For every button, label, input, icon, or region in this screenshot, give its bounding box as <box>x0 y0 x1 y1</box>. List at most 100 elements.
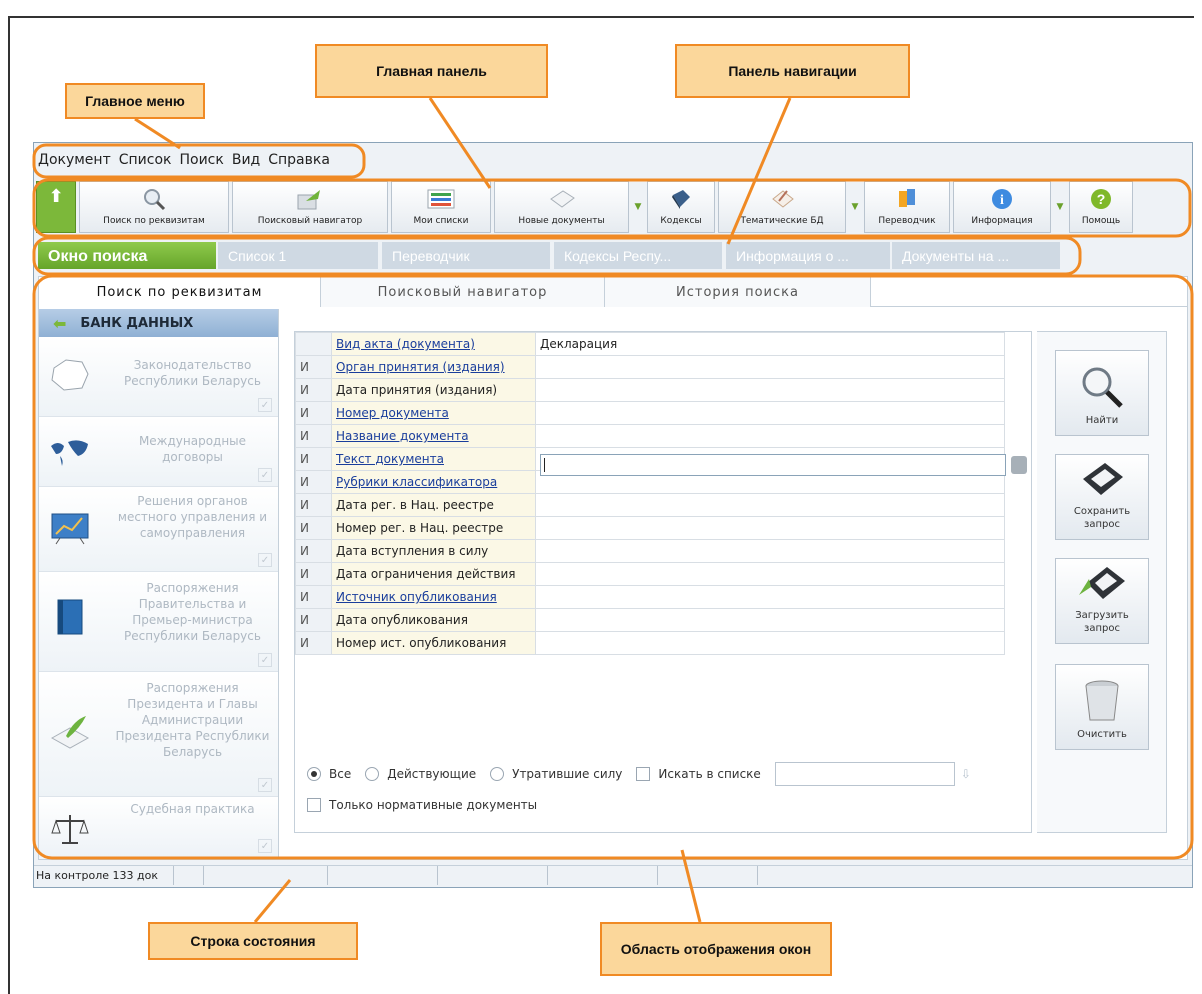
logic-operator[interactable]: И <box>295 539 332 563</box>
requisite-link[interactable]: Орган принятия (издания) <box>336 360 505 374</box>
up-arrow-button[interactable]: ⬆ <box>36 181 76 233</box>
tab-search-requisites[interactable]: Поиск по реквизитам <box>39 277 321 307</box>
requisite-value-cell[interactable] <box>535 493 1005 517</box>
bank-item-international[interactable]: Международные договоры ✓ <box>39 417 278 487</box>
save-query-button[interactable]: Сохранить запрос <box>1055 454 1149 540</box>
new-documents-dropdown[interactable]: ▼ <box>632 181 644 233</box>
table-row[interactable]: И Номер документа <box>295 401 1005 425</box>
requisite-name-cell[interactable]: Текст документа <box>331 447 536 471</box>
radio-all[interactable] <box>307 767 321 781</box>
clear-button[interactable]: Очистить <box>1055 664 1149 750</box>
requisite-value-cell[interactable] <box>535 516 1005 540</box>
bank-item-checkbox[interactable]: ✓ <box>258 468 272 482</box>
bank-item-checkbox[interactable]: ✓ <box>258 553 272 567</box>
bank-item-checkbox[interactable]: ✓ <box>258 398 272 412</box>
search-list-select[interactable] <box>774 762 955 786</box>
tab-codexes[interactable]: Кодексы Респу... <box>554 242 722 269</box>
tab-list-1[interactable]: Список 1 <box>218 242 378 269</box>
table-row[interactable]: Вид акта (документа) Декларация <box>295 332 1005 356</box>
toolbar-button-thematic-db[interactable]: Тематические БД <box>718 181 846 233</box>
menu-item-document[interactable]: Документ <box>38 152 111 168</box>
menu-item-help[interactable]: Справка <box>268 152 330 168</box>
bank-item-legislation[interactable]: Законодательство Республики Беларусь ✓ <box>39 337 278 417</box>
database-icon[interactable] <box>1011 456 1027 474</box>
checkbox-search-in-list[interactable] <box>636 767 651 781</box>
tab-search-history[interactable]: История поиска <box>605 277 871 307</box>
data-bank-header[interactable]: ⬅ БАНК ДАННЫХ <box>39 309 278 337</box>
requisite-name-cell[interactable]: Орган принятия (издания) <box>331 355 536 379</box>
list-select-arrow-icon[interactable]: ⇩ <box>961 767 971 781</box>
bank-item-president-orders[interactable]: Распоряжения Президента и Главы Админист… <box>39 672 278 797</box>
menu-item-list[interactable]: Список <box>119 152 172 168</box>
requisite-value-cell[interactable] <box>535 539 1005 563</box>
radio-active[interactable] <box>365 767 380 781</box>
requisite-value-cell[interactable]: Декларация <box>535 332 1005 356</box>
checkbox-normative-only[interactable] <box>307 798 321 812</box>
logic-operator[interactable]: И <box>295 516 332 540</box>
logic-operator[interactable]: И <box>295 608 332 632</box>
requisite-link[interactable]: Текст документа <box>336 452 444 466</box>
bank-item-checkbox[interactable]: ✓ <box>258 839 272 853</box>
bank-item-local-government[interactable]: Решения органов местного управления и са… <box>39 487 278 572</box>
table-row[interactable]: И Дата рег. в Нац. реестре <box>295 493 1005 517</box>
find-button[interactable]: Найти <box>1055 350 1149 436</box>
requisite-link[interactable]: Рубрики классификатора <box>336 475 497 489</box>
logic-operator[interactable]: И <box>295 562 332 586</box>
bank-item-checkbox[interactable]: ✓ <box>258 653 272 667</box>
requisite-name-cell[interactable]: Рубрики классификатора <box>331 470 536 494</box>
requisite-value-cell[interactable] <box>535 585 1005 609</box>
requisite-value-cell[interactable] <box>535 355 1005 379</box>
logic-operator[interactable]: И <box>295 631 332 655</box>
toolbar-button-information[interactable]: i Информация <box>953 181 1051 233</box>
bank-item-checkbox[interactable]: ✓ <box>258 778 272 792</box>
tab-documents[interactable]: Документы на ... <box>892 242 1060 269</box>
table-row[interactable]: И Источник опубликования <box>295 585 1005 609</box>
requisite-link[interactable]: Название документа <box>336 429 469 443</box>
requisite-link[interactable]: Источник опубликования <box>336 590 497 604</box>
tab-information[interactable]: Информация о ... <box>726 242 890 269</box>
requisite-name-cell[interactable]: Номер документа <box>331 401 536 425</box>
logic-operator[interactable]: И <box>295 470 332 494</box>
requisite-name-cell[interactable]: Название документа <box>331 424 536 448</box>
table-row[interactable]: И Орган принятия (издания) <box>295 355 1005 379</box>
logic-operator[interactable] <box>295 332 332 356</box>
logic-operator[interactable]: И <box>295 378 332 402</box>
toolbar-button-search-requisites[interactable]: Поиск по реквизитам <box>79 181 229 233</box>
radio-expired[interactable] <box>490 767 505 781</box>
logic-operator[interactable]: И <box>295 447 332 471</box>
toolbar-button-my-lists[interactable]: Мои списки <box>391 181 491 233</box>
toolbar-button-help[interactable]: ? Помощь <box>1069 181 1133 233</box>
requisite-value-cell[interactable] <box>535 631 1005 655</box>
logic-operator[interactable]: И <box>295 493 332 517</box>
toolbar-button-new-documents[interactable]: Новые документы <box>494 181 629 233</box>
toolbar-button-search-navigator[interactable]: Поисковый навигатор <box>232 181 388 233</box>
requisite-value-cell[interactable] <box>535 424 1005 448</box>
information-dropdown[interactable]: ▼ <box>1054 181 1066 233</box>
requisite-value-cell[interactable] <box>535 378 1005 402</box>
tab-search-navigator[interactable]: Поисковый навигатор <box>321 277 605 307</box>
logic-operator[interactable]: И <box>295 424 332 448</box>
table-row[interactable]: И Номер рег. в Нац. реестре <box>295 516 1005 540</box>
menu-item-search[interactable]: Поиск <box>179 152 223 168</box>
toolbar-button-codexes[interactable]: Кодексы <box>647 181 715 233</box>
tab-translator[interactable]: Переводчик <box>382 242 550 269</box>
document-text-input[interactable] <box>540 454 1006 476</box>
table-row[interactable]: И Дата принятия (издания) <box>295 378 1005 402</box>
requisite-value-cell[interactable] <box>535 562 1005 586</box>
bank-item-government-orders[interactable]: Распоряжения Правительства и Премьер-мин… <box>39 572 278 672</box>
table-row[interactable]: И Номер ист. опубликования <box>295 631 1005 655</box>
table-row[interactable]: И Название документа <box>295 424 1005 448</box>
table-row[interactable]: И Дата ограничения действия <box>295 562 1005 586</box>
requisite-name-cell[interactable]: Источник опубликования <box>331 585 536 609</box>
logic-operator[interactable]: И <box>295 401 332 425</box>
table-row[interactable]: И Дата опубликования <box>295 608 1005 632</box>
requisite-value-cell[interactable] <box>535 608 1005 632</box>
thematic-db-dropdown[interactable]: ▼ <box>849 181 861 233</box>
bank-item-court-practice[interactable]: Судебная практика ✓ <box>39 797 278 857</box>
table-row[interactable]: И Дата вступления в силу <box>295 539 1005 563</box>
logic-operator[interactable]: И <box>295 585 332 609</box>
requisite-name-cell[interactable]: Вид акта (документа) <box>331 332 536 356</box>
load-query-button[interactable]: Загрузить запрос <box>1055 558 1149 644</box>
logic-operator[interactable]: И <box>295 355 332 379</box>
menu-item-view[interactable]: Вид <box>232 152 260 168</box>
